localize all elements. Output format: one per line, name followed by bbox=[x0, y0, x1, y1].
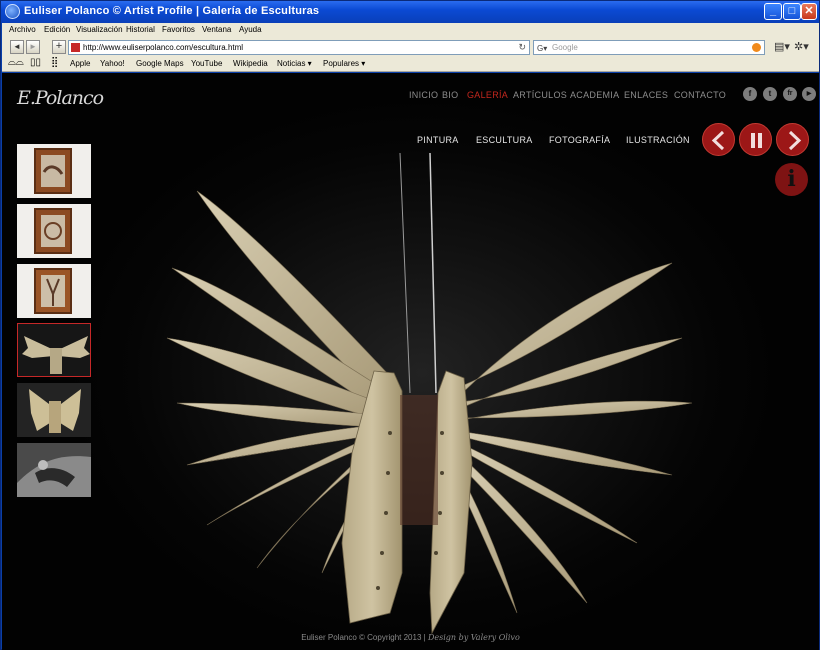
menu-ventana[interactable]: Ventana bbox=[202, 25, 231, 34]
nav-inicio[interactable]: INICIO bbox=[409, 90, 438, 100]
site-favicon-icon bbox=[71, 43, 80, 52]
settings-gear-icon[interactable]: ✲▾ bbox=[794, 40, 809, 53]
minimize-button[interactable]: _ bbox=[764, 3, 782, 20]
navigation-toolbar: ◄ ► + http://www.euliserpolanco.com/escu… bbox=[2, 37, 819, 57]
nav-contacto[interactable]: CONTACTO bbox=[674, 90, 726, 100]
browser-app-icon bbox=[5, 4, 20, 19]
search-input[interactable]: G▾ Google bbox=[533, 40, 765, 55]
search-icon: G▾ bbox=[537, 44, 548, 53]
close-button[interactable]: ✕ bbox=[801, 3, 817, 20]
menu-edicion[interactable]: Edición bbox=[44, 25, 70, 34]
winged-vest-sculpture-image bbox=[166, 152, 693, 635]
menu-ayuda[interactable]: Ayuda bbox=[239, 25, 262, 34]
chevron-right-icon bbox=[788, 130, 802, 151]
chevron-left-icon bbox=[711, 130, 725, 151]
youtube-icon[interactable]: ▶ bbox=[802, 87, 816, 101]
nav-academia[interactable]: ACADEMIA bbox=[570, 90, 619, 100]
subnav-escultura[interactable]: ESCULTURA bbox=[476, 135, 533, 145]
next-button[interactable] bbox=[776, 123, 809, 156]
thumb-wings-light[interactable] bbox=[17, 383, 91, 437]
nav-articulos[interactable]: ARTÍCULOS bbox=[513, 90, 567, 100]
subnav-pintura[interactable]: PINTURA bbox=[417, 135, 459, 145]
new-tab-button[interactable]: + bbox=[52, 40, 66, 54]
pause-button[interactable] bbox=[739, 123, 772, 156]
site-logo[interactable]: E.Polanco bbox=[17, 87, 104, 109]
menu-visualizacion[interactable]: Visualización bbox=[76, 25, 123, 34]
thumb-wings-dark[interactable] bbox=[17, 323, 91, 377]
bookmark-apple[interactable]: Apple bbox=[70, 59, 90, 68]
subnav-fotografia[interactable]: FOTOGRAFÍA bbox=[549, 135, 610, 145]
bookmark-yahoo[interactable]: Yahoo! bbox=[100, 59, 125, 68]
bookmarks-book-icon[interactable]: ▯▯ bbox=[30, 57, 41, 68]
info-button[interactable]: i bbox=[775, 163, 808, 196]
maximize-button[interactable]: □ bbox=[783, 3, 801, 20]
reader-glasses-icon[interactable]: ⌓⌓ bbox=[8, 57, 24, 68]
menu-favoritos[interactable]: Favoritos bbox=[162, 25, 195, 34]
thumb-figure-bw[interactable] bbox=[17, 443, 91, 497]
gallery-stage: E.Polanco INICIO BIO GALERÍA ARTÍCULOS A… bbox=[2, 73, 819, 650]
bookmarks-bar: ⌓⌓ ▯▯ ⣿ Apple Yahoo! Google Maps YouTube… bbox=[2, 57, 819, 72]
menu-historial[interactable]: Historial bbox=[126, 25, 155, 34]
bookmark-google-maps[interactable]: Google Maps bbox=[136, 59, 184, 68]
bookmark-noticias[interactable]: Noticias ▾ bbox=[277, 59, 312, 68]
nav-bio[interactable]: BIO bbox=[442, 90, 458, 100]
forward-button[interactable]: ► bbox=[26, 40, 40, 54]
page-footer: Euliser Polanco © Copyright 2013 | Desig… bbox=[2, 633, 819, 642]
bookmark-wikipedia[interactable]: Wikipedia bbox=[233, 59, 268, 68]
subnav-ilustracion[interactable]: ILUSTRACIÓN bbox=[626, 135, 690, 145]
footer-copyright: Euliser Polanco © Copyright 2013 | bbox=[301, 633, 428, 642]
browser-window: Euliser Polanco © Artist Profile | Galer… bbox=[0, 0, 820, 650]
facebook-icon[interactable]: f bbox=[743, 87, 757, 101]
thumb-box-sculpture-3[interactable] bbox=[17, 264, 91, 318]
search-placeholder: Google bbox=[552, 43, 578, 52]
thumb-box-sculpture-1[interactable] bbox=[17, 144, 91, 198]
bookmark-populares[interactable]: Populares ▾ bbox=[323, 59, 365, 68]
page-content: E.Polanco INICIO BIO GALERÍA ARTÍCULOS A… bbox=[2, 73, 819, 650]
page-menu-icon[interactable]: ▤▾ bbox=[774, 40, 790, 53]
title-bar: Euliser Polanco © Artist Profile | Galer… bbox=[1, 1, 819, 23]
back-button[interactable]: ◄ bbox=[10, 40, 24, 54]
menu-archivo[interactable]: Archivo bbox=[9, 25, 36, 34]
footer-design-credit[interactable]: Design by Valery Olivo bbox=[428, 633, 520, 642]
top-sites-grid-icon[interactable]: ⣿ bbox=[51, 57, 58, 68]
flickr-icon[interactable]: fr bbox=[783, 87, 797, 101]
nav-galeria[interactable]: GALERÍA bbox=[467, 90, 508, 100]
thumb-box-sculpture-2[interactable] bbox=[17, 204, 91, 258]
bookmark-youtube[interactable]: YouTube bbox=[191, 59, 222, 68]
previous-button[interactable] bbox=[702, 123, 735, 156]
menu-bar: Archivo Edición Visualización Historial … bbox=[2, 23, 819, 37]
window-title: Euliser Polanco © Artist Profile | Galer… bbox=[24, 5, 320, 17]
address-url: http://www.euliserpolanco.com/escultura.… bbox=[83, 43, 244, 52]
nav-enlaces[interactable]: ENLACES bbox=[624, 90, 668, 100]
twitter-icon[interactable]: t bbox=[763, 87, 777, 101]
pause-icon bbox=[751, 133, 762, 148]
reload-icon[interactable]: ↻ bbox=[518, 41, 526, 54]
search-go-icon[interactable] bbox=[752, 43, 761, 52]
address-bar[interactable]: http://www.euliserpolanco.com/escultura.… bbox=[68, 40, 530, 55]
